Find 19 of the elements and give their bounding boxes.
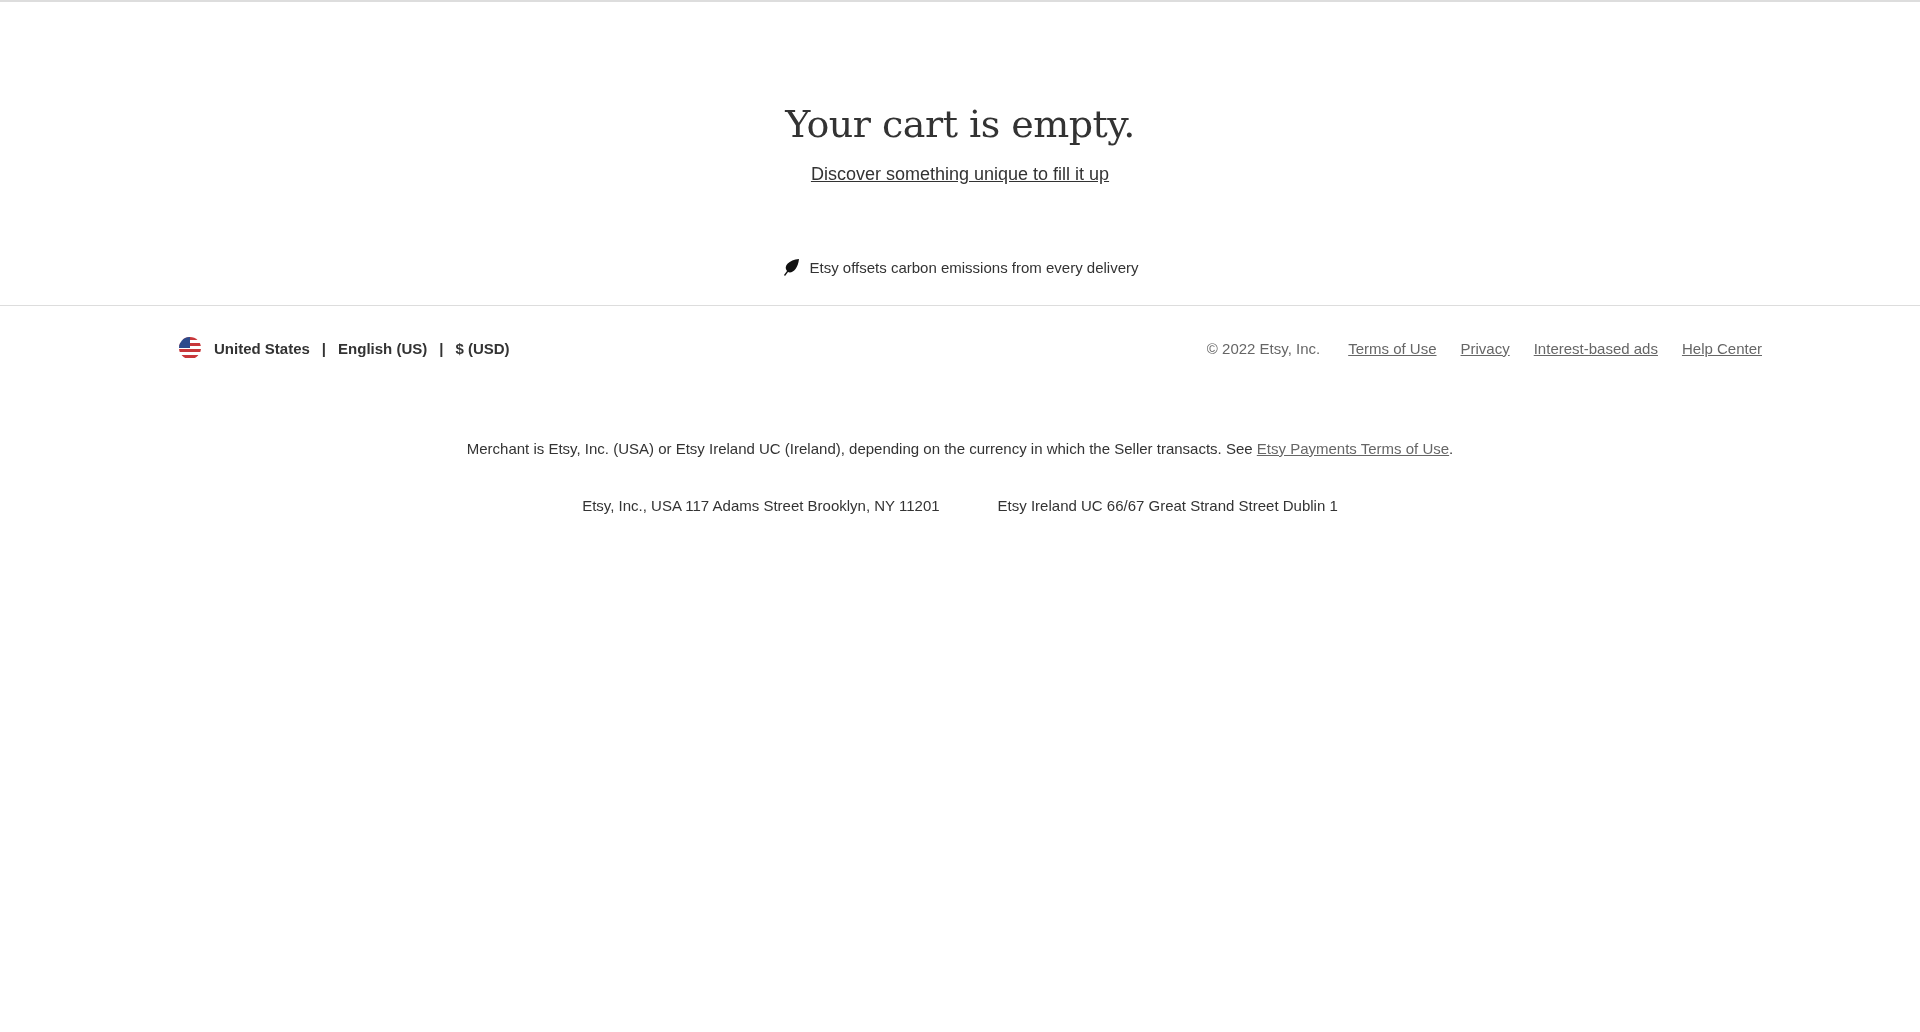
language-setting[interactable]: English (US) [338, 339, 428, 357]
merchant-notice: Merchant is Etsy, Inc. (USA) or Etsy Ireland UC (Ireland), depending on the currency in which the Seller transacts. See Etsy Payments Terms of Use. [465, 440, 1455, 457]
copyright-text: © 2022 Etsy, Inc. [1206, 339, 1321, 357]
separator: | [439, 339, 444, 357]
footer-link[interactable]: Interest-based ads [1533, 339, 1658, 357]
separator: | [321, 339, 327, 357]
page-heading: Your cart is empty. [785, 102, 1135, 146]
footer-link[interactable]: Privacy [1460, 339, 1510, 357]
footer-link[interactable]: Terms of Use [1348, 339, 1437, 357]
discover-link[interactable]: Discover something unique to fill it up [810, 164, 1110, 185]
region-setting[interactable]: United States [214, 339, 310, 357]
carbon-note: Etsy offsets carbon emissions from every delivery [809, 258, 1139, 276]
address-text: Etsy Ireland UC 66/67 Great Strand Street Dublin 1 [997, 497, 1338, 514]
address-text: Etsy, Inc., USA 117 Adams Street Brooklyn, NY 11201 [582, 497, 940, 514]
leaf-icon [781, 257, 802, 277]
payments-terms-link[interactable]: Etsy Payments Terms of Use [1256, 440, 1450, 457]
currency-setting[interactable]: $ (USD) [455, 339, 510, 357]
footer-link[interactable]: Help Center [1681, 339, 1762, 357]
us-flag-icon [178, 336, 202, 360]
